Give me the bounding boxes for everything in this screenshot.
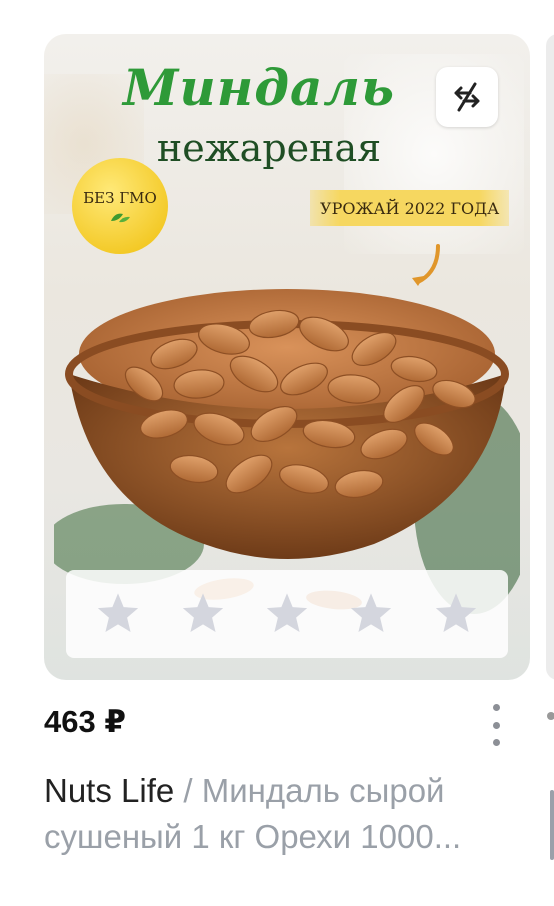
almond-bowl-image	[54, 289, 520, 614]
more-vertical-icon	[492, 704, 500, 711]
brand-separator: /	[174, 772, 202, 809]
next-card-text-fragment	[550, 790, 554, 860]
product-image-card[interactable]: Миндаль нежареная БЕЗ ГМО УРОЖАЙ 2022 ГО…	[44, 34, 530, 680]
compare-icon	[454, 82, 480, 112]
no-gmo-badge: БЕЗ ГМО	[72, 158, 168, 254]
next-card-preview[interactable]	[546, 34, 554, 680]
star-icon	[98, 593, 139, 632]
star-icon	[351, 593, 392, 632]
rating-stars	[66, 570, 508, 658]
product-brand: Nuts Life	[44, 772, 175, 809]
more-vertical-icon	[492, 721, 500, 729]
harvest-label: УРОЖАЙ 2022 ГОДА	[310, 190, 510, 226]
banner-title: Миндаль	[123, 58, 395, 117]
star-icon	[182, 593, 223, 632]
next-card-dot	[547, 712, 554, 720]
more-options-button[interactable]	[484, 700, 508, 750]
product-price: 463 ₽	[44, 704, 126, 739]
more-vertical-icon	[492, 739, 500, 746]
no-gmo-label: БЕЗ ГМО	[83, 189, 157, 207]
compare-button[interactable]	[436, 67, 498, 127]
leaf-icon	[111, 213, 130, 223]
star-icon	[435, 593, 476, 632]
star-icon	[266, 593, 308, 632]
product-title-link[interactable]: Nuts Life / Миндаль сырой сушеный 1 кг О…	[44, 768, 530, 860]
